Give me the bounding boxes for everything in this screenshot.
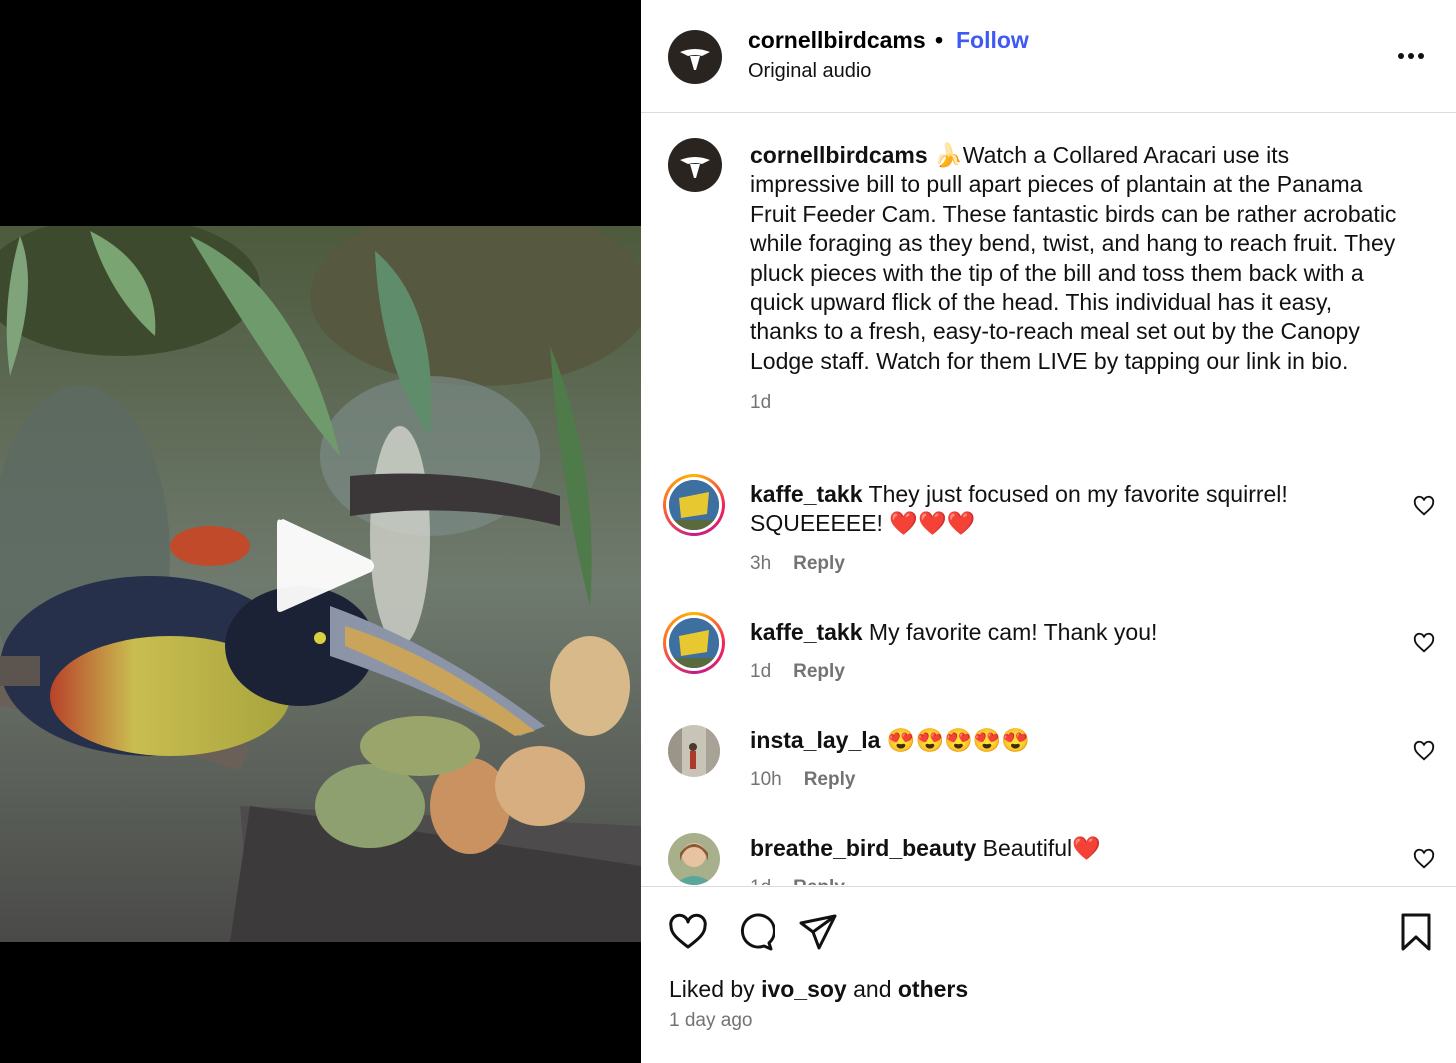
comment-text: insta_lay_la 😍😍😍😍😍 — [750, 727, 1031, 753]
comment-time: 3h — [750, 553, 772, 574]
comment-icon[interactable] — [733, 911, 775, 953]
caption-text: Watch a Collared Aracari use its impress… — [750, 142, 1397, 374]
more-horizontal-icon[interactable] — [1396, 44, 1426, 68]
avatar[interactable] — [668, 30, 722, 84]
play-icon[interactable] — [273, 514, 377, 618]
reply-button[interactable]: Reply — [793, 661, 845, 682]
comment-meta: 1d Reply — [750, 877, 845, 885]
comment-username[interactable]: kaffe_takk — [750, 481, 863, 507]
post-caption: cornellbirdcams 🍌Watch a Collared Aracar… — [750, 141, 1400, 418]
likes-summary: Liked by ivo_soy and others — [669, 976, 969, 1002]
avatar-flag-image — [669, 480, 719, 530]
heart-icon[interactable] — [667, 911, 709, 953]
heart-icon[interactable] — [1413, 848, 1435, 870]
story-ring-avatar[interactable] — [663, 474, 725, 536]
liked-by-user[interactable]: ivo_soy — [761, 976, 847, 1002]
heart-icon[interactable] — [1413, 495, 1435, 517]
comments-scroll-area[interactable]: cornellbirdcams 🍌Watch a Collared Aracar… — [641, 114, 1456, 885]
banana-emoji: 🍌 — [934, 142, 963, 168]
post-username[interactable]: cornellbirdcams — [748, 27, 926, 54]
comment-meta: 1d Reply — [750, 661, 845, 683]
share-icon[interactable] — [797, 911, 839, 953]
comment-username[interactable]: breathe_bird_beauty — [750, 835, 976, 861]
action-bar: Liked by ivo_soy and others 1 day ago — [641, 886, 1456, 1063]
comment-meta: 3h Reply — [750, 553, 845, 575]
audio-label[interactable]: Original audio — [748, 60, 871, 83]
liked-by-others[interactable]: others — [898, 976, 968, 1002]
separator-dot: • — [935, 27, 944, 53]
avatar-street-image — [668, 725, 720, 777]
avatar-flag-image — [669, 618, 719, 668]
comment-text: kaffe_takk They just focused on my favor… — [750, 481, 1288, 537]
bookmark-icon[interactable] — [1395, 911, 1437, 953]
reply-button[interactable]: Reply — [793, 877, 845, 885]
reply-button[interactable]: Reply — [804, 769, 856, 790]
post-header: cornellbirdcams • Follow Original audio — [641, 0, 1456, 113]
caption-time: 1d — [750, 392, 772, 414]
story-ring-avatar[interactable] — [663, 612, 725, 674]
heart-icon[interactable] — [1413, 740, 1435, 762]
comment-text: kaffe_takk My favorite cam! Thank you! — [750, 619, 1158, 645]
avatar[interactable] — [668, 725, 720, 777]
caption-avatar[interactable] — [668, 138, 722, 192]
post-panel: cornellbirdcams • Follow Original audio … — [641, 0, 1456, 1063]
cornell-logo-icon — [680, 49, 710, 70]
post-timestamp: 1 day ago — [669, 1010, 753, 1031]
comment-time: 1d — [750, 661, 772, 682]
comment-meta: 10h Reply — [750, 769, 855, 791]
comment-time: 10h — [750, 769, 782, 790]
comment-username[interactable]: kaffe_takk — [750, 619, 863, 645]
media-pane — [0, 0, 641, 1063]
cornell-logo-icon — [680, 157, 710, 178]
comment-username[interactable]: insta_lay_la — [750, 727, 880, 753]
comment-time: 1d — [750, 877, 771, 885]
follow-button[interactable]: Follow — [956, 27, 1029, 54]
comment-text: breathe_bird_beauty Beautiful❤️ — [750, 835, 1101, 861]
caption-username[interactable]: cornellbirdcams — [750, 142, 928, 168]
reply-button[interactable]: Reply — [793, 553, 845, 574]
avatar-portrait-image — [668, 833, 720, 885]
heart-icon[interactable] — [1413, 632, 1435, 654]
avatar[interactable] — [668, 833, 720, 885]
